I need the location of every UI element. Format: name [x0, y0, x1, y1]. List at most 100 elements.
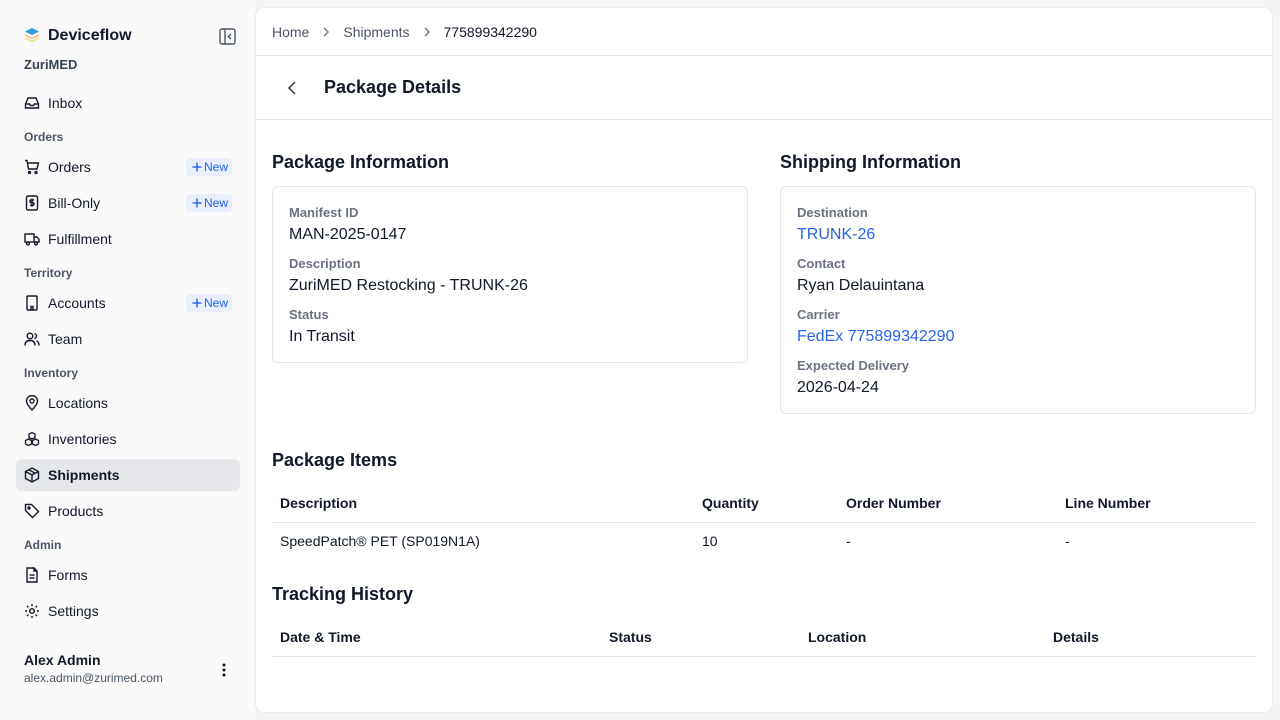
new-bill-only-button[interactable]: New	[185, 194, 232, 212]
table-header-row: Description Quantity Order Number Line Numb…	[272, 484, 1256, 523]
package-information: Package Information Manifest ID MAN-2025…	[272, 152, 748, 414]
plus-icon	[192, 162, 202, 172]
table-cell: -	[846, 533, 851, 550]
column-header-status: Status	[601, 618, 800, 657]
sidebar-item-label: Fulfillment	[48, 231, 112, 247]
new-orders-button[interactable]: New	[185, 158, 232, 176]
table-cell: SpeedPatch® PET (SP019N1A)	[280, 533, 480, 550]
status-value: In Transit	[289, 328, 355, 345]
contact-field: Contact Ryan Delauintana	[797, 256, 1239, 299]
tracking-history-title: Tracking History	[272, 584, 414, 604]
sidebar-item-products[interactable]: Products	[16, 495, 240, 527]
breadcrumb-shipments[interactable]: Shipments	[343, 24, 409, 40]
status-field: Status In Transit	[289, 307, 731, 350]
sidebar-item-label: Orders	[48, 159, 91, 175]
sidebar-nav: Inbox Orders Orders New Bill-Only New Fulfillm…	[0, 87, 256, 643]
carrier-tracking-link[interactable]: FedEx 775899342290	[797, 328, 1239, 350]
inbox-icon	[24, 95, 40, 111]
users-icon	[24, 331, 40, 347]
user-email: alex.admin@zurimed.com	[24, 671, 163, 685]
field-label: Contact	[797, 256, 846, 271]
destination-field: Destination TRUNK-26	[797, 205, 1239, 248]
sidebar: Deviceflow ZuriMED Inbox Orders Orders New B…	[0, 0, 256, 720]
sidebar-item-label: Shipments	[48, 467, 120, 483]
column-header-date-time: Date & Time	[272, 618, 601, 657]
truck-icon	[24, 231, 40, 247]
package-items-table: Description Quantity Order Number Line Numb…	[272, 484, 1256, 560]
shipping-info-title: Shipping Information	[780, 152, 961, 172]
description-field: Description ZuriMED Restocking - TRUNK-2…	[289, 256, 731, 299]
sidebar-item-orders[interactable]: Orders New	[16, 151, 240, 183]
manifest-id-field: Manifest ID MAN-2025-0147	[289, 205, 731, 248]
map-pin-icon	[24, 395, 40, 411]
user-profile: Alex Admin alex.admin@zurimed.com	[0, 634, 256, 720]
sidebar-item-settings[interactable]: Settings	[16, 595, 240, 627]
table-cell: -	[1065, 533, 1070, 550]
destination-link[interactable]: TRUNK-26	[797, 226, 1239, 248]
receipt-icon	[24, 195, 40, 211]
sidebar-item-label: Forms	[48, 567, 88, 583]
sidebar-item-accounts[interactable]: Accounts New	[16, 287, 240, 319]
sidebar-section-admin: Admin	[24, 538, 62, 552]
column-header-line-number: Line Number	[1057, 484, 1256, 523]
more-vertical-icon[interactable]	[216, 658, 232, 682]
brand[interactable]: Deviceflow	[24, 27, 132, 46]
file-icon	[24, 567, 40, 583]
sidebar-item-label: Accounts	[48, 295, 106, 311]
cart-icon	[24, 159, 40, 175]
breadcrumb-home[interactable]: Home	[272, 24, 309, 40]
chevron-right-icon	[322, 27, 330, 37]
new-badge-label: New	[203, 296, 228, 310]
chevron-right-icon	[423, 27, 431, 37]
package-items-title: Package Items	[272, 450, 398, 470]
page-content: Package Information Manifest ID MAN-2025…	[256, 152, 1272, 657]
main-panel: Home Shipments 775899342290 Package Deta…	[256, 8, 1272, 712]
sidebar-item-label: Bill-Only	[48, 195, 101, 211]
gear-icon	[24, 603, 40, 619]
sidebar-item-label: Team	[48, 331, 83, 347]
new-badge-label: New	[203, 160, 228, 174]
package-info-card: Manifest ID MAN-2025-0147 Description Zu…	[272, 186, 748, 363]
table-row: SpeedPatch® PET (SP019N1A) 10 - -	[272, 522, 1256, 560]
tracking-history-table: Date & Time Status Location Details	[272, 618, 1256, 657]
sidebar-item-inbox[interactable]: Inbox	[16, 87, 240, 119]
sidebar-item-forms[interactable]: Forms	[16, 559, 240, 591]
org-name: ZuriMED	[24, 57, 78, 72]
table-header-row: Date & Time Status Location Details	[272, 618, 1256, 657]
carrier-field: Carrier FedEx 775899342290	[797, 307, 1239, 350]
breadcrumb-current: 775899342290	[443, 23, 537, 40]
sidebar-item-label: Locations	[48, 395, 108, 411]
page-title: Package Details	[324, 77, 462, 97]
sidebar-item-bill-only[interactable]: Bill-Only New	[16, 187, 240, 219]
deviceflow-logo-icon	[24, 27, 40, 46]
new-badge-label: New	[203, 196, 228, 210]
plus-icon	[192, 198, 202, 208]
sidebar-item-locations[interactable]: Locations	[16, 387, 240, 419]
column-header-quantity: Quantity	[694, 484, 838, 523]
info-cards: Package Information Manifest ID MAN-2025…	[272, 152, 1256, 414]
sidebar-toggle-icon[interactable]	[218, 27, 236, 45]
user-name: Alex Admin	[24, 652, 101, 668]
shipping-information: Shipping Information Destination TRUNK-2…	[780, 152, 1256, 414]
column-header-location: Location	[800, 618, 1045, 657]
field-label: Expected Delivery	[797, 358, 910, 373]
field-value: Ryan Delauintana	[797, 277, 925, 294]
sidebar-item-fulfillment[interactable]: Fulfillment	[16, 223, 240, 255]
sidebar-item-inventories[interactable]: Inventories	[16, 423, 240, 455]
field-value: 2026-04-24	[797, 379, 879, 396]
new-accounts-button[interactable]: New	[185, 294, 232, 312]
sidebar-item-shipments[interactable]: Shipments	[16, 459, 240, 491]
page-header: Package Details	[256, 56, 1272, 120]
breadcrumb: Home Shipments 775899342290	[256, 8, 1272, 56]
sidebar-item-label: Products	[48, 503, 104, 519]
column-header-order-number: Order Number	[838, 484, 1057, 523]
field-label: Carrier	[797, 307, 840, 322]
app-name: Deviceflow	[48, 27, 132, 44]
boxes-icon	[24, 431, 40, 447]
building-icon	[24, 295, 40, 311]
column-header-description: Description	[272, 484, 694, 523]
sidebar-item-label: Inbox	[48, 95, 83, 111]
back-arrow-icon[interactable]	[284, 80, 300, 96]
sidebar-item-team[interactable]: Team	[16, 323, 240, 355]
app-root: Deviceflow ZuriMED Inbox Orders Orders New B…	[0, 0, 1280, 720]
